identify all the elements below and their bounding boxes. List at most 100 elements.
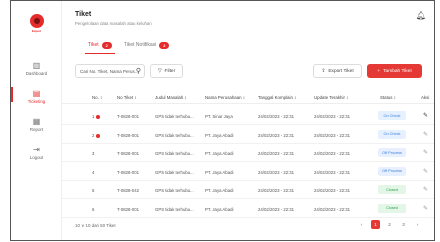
search-input[interactable]: Cari No. Tiket, Nama Perus... ⚲ <box>75 64 145 78</box>
add-ticket-button[interactable]: + Tambah Tiket <box>367 64 422 78</box>
complaint-date: 24/02/2023 - 22:31 <box>258 188 295 193</box>
company-name: PT. Jaya Abadi <box>205 132 234 138</box>
sidebar-item-label: Report <box>29 127 44 132</box>
column-header-no[interactable]: No. ↕ <box>92 95 102 100</box>
pagination: ‹ 1 2 3 › <box>357 220 422 229</box>
table-row[interactable]: 5 T-0828-042 GPS tidak terhubu... PT. Jaya … <box>62 181 434 199</box>
complaint-date: 24/02/2023 - 22:31 <box>258 132 295 138</box>
page-title: Tiket <box>75 11 92 18</box>
table-row[interactable]: 3 T-0828-001 GPS tidak terhubu... PT. Jaya … <box>62 144 434 162</box>
notification-bell-icon[interactable]: 🔔︎ <box>416 11 426 20</box>
column-header-update[interactable]: Update Terakhir ↕ <box>314 95 348 100</box>
column-header-ticket[interactable]: No Tiket ↕ <box>117 95 137 100</box>
column-header-date[interactable]: Tanggal Komplain ↕ <box>258 95 296 100</box>
column-header-title[interactable]: Judul Masalah ↕ <box>155 95 187 100</box>
company-name: PT. Sinar Jaya <box>205 114 233 119</box>
tab-count-badge: 2 <box>101 41 112 49</box>
edit-icon[interactable]: ✎ <box>423 186 428 193</box>
table-row[interactable]: 4 T-0828-001 GPS tidak terhubu... PT. Jaya … <box>62 163 434 181</box>
unread-dot-icon <box>96 115 100 119</box>
edit-icon[interactable]: ✎ <box>423 112 428 119</box>
edit-icon[interactable]: ✎ <box>423 149 428 156</box>
issue-title: GPS tidak terhubu... <box>155 132 194 138</box>
last-update: 24/02/2023 - 22:31 <box>314 132 351 138</box>
logo-text: Expert <box>31 29 42 33</box>
edit-icon[interactable]: ✎ <box>423 168 428 175</box>
complaint-date: 24/02/2023 - 22:31 <box>258 169 295 175</box>
tab-tiket[interactable]: Tiket 2 <box>85 39 115 54</box>
table-row[interactable]: 1 T-0828-001 GPS tidak terhubu... PT. Sinar… <box>62 107 434 125</box>
export-ticket-button[interactable]: ⇪ Export Tiket <box>313 64 362 78</box>
ticket-number: T-0828-001 <box>117 206 139 212</box>
sidebar-item-label: Ticketing <box>27 99 46 104</box>
sidebar-item-logout[interactable]: ⇥ Logout <box>11 145 62 160</box>
tab-label: Tiket <box>88 42 99 48</box>
sidebar-item-ticketing[interactable]: ▤ Ticketing <box>11 87 62 104</box>
company-name: PT. Jaya Abadi <box>205 188 234 193</box>
company-name: PT. Jaya Abadi <box>205 151 234 156</box>
tab-tiket-notifikasi[interactable]: Tiket Notifikasi 2 <box>124 39 170 51</box>
filter-icon: ▽ <box>157 68 162 74</box>
ticket-number: T-0828-001 <box>117 132 139 138</box>
sidebar-item-label: Dashboard <box>25 71 48 76</box>
ticket-number: T-0828-001 <box>117 151 139 156</box>
issue-title: GPS tidak terhubu... <box>155 169 194 175</box>
sidebar-item-dashboard[interactable]: ▥ Dashboard <box>11 61 62 76</box>
row-number: 5 <box>92 188 95 193</box>
column-header-status[interactable]: Status ↕ <box>380 95 396 100</box>
filter-button[interactable]: ▽ Filter <box>150 64 183 78</box>
prev-page-button[interactable]: ‹ <box>357 220 366 229</box>
status-badge: Closed <box>378 203 406 213</box>
row-number: 1 <box>92 114 95 119</box>
ticket-icon: ▤ <box>32 89 41 98</box>
complaint-date: 24/02/2023 - 22:31 <box>258 114 295 119</box>
company-name: PT. Jaya Abadi <box>205 206 234 212</box>
row-number: 4 <box>92 169 95 175</box>
issue-title: GPS tidak terhubu... <box>155 188 194 193</box>
page-3-button[interactable]: 3 <box>399 220 408 229</box>
plus-icon: + <box>377 68 381 74</box>
status-badge: Off Process <box>378 148 406 157</box>
sidebar: Expert ▥ Dashboard ▤ Ticketing ▦ Report … <box>11 1 62 240</box>
last-update: 24/02/2023 - 22:31 <box>314 206 351 212</box>
sidebar-item-report[interactable]: ▦ Report <box>11 117 62 132</box>
main-content: Tiket Pengelolaan data masalah atau kelu… <box>62 1 434 240</box>
row-number: 2 <box>92 132 95 138</box>
edit-icon[interactable]: ✎ <box>423 205 428 212</box>
app-frame: Expert ▥ Dashboard ▤ Ticketing ▦ Report … <box>10 0 435 241</box>
dashboard-icon: ▥ <box>32 61 41 70</box>
ticket-number: T-0828-001 <box>117 114 139 119</box>
status-badge: On Check <box>378 111 406 120</box>
table-header: No. ↕ No Tiket ↕ Judul Masalah ↕ Nama Pe… <box>62 92 434 104</box>
table-row[interactable]: 6 T-0828-001 GPS tidak terhubu... PT. Jaya … <box>62 200 434 218</box>
tab-label: Tiket Notifikasi <box>123 42 157 48</box>
company-name: PT. Jaya Abadi <box>205 169 234 175</box>
column-header-action: Aksi <box>421 95 430 100</box>
last-update: 24/02/2023 - 22:31 <box>314 151 351 156</box>
add-button-label: Tambah Tiket <box>383 68 412 74</box>
search-icon: ⚲ <box>135 68 141 75</box>
last-update: 24/02/2023 - 22:31 <box>314 169 351 175</box>
sidebar-item-label: Logout <box>29 155 44 160</box>
pagination-summary[interactable]: 10 ∨ 10 dari 50 Tiket <box>75 223 116 229</box>
table-row[interactable]: 2 T-0828-001 GPS tidak terhubu... PT. Jaya … <box>62 126 434 144</box>
app-logo: Expert <box>28 14 45 36</box>
unread-dot-icon <box>96 133 100 138</box>
ticket-number: T-0828-042 <box>117 188 139 193</box>
page-2-button[interactable]: 2 <box>385 220 394 229</box>
export-button-label: Export Tiket <box>328 68 354 74</box>
complaint-date: 24/02/2023 - 22:31 <box>258 206 295 212</box>
row-number: 6 <box>92 206 95 212</box>
logo-mark <box>29 14 44 28</box>
tab-bar: Tiket 2 Tiket Notifikasi 2 <box>85 39 170 54</box>
edit-icon[interactable]: ✎ <box>423 131 428 138</box>
page-1-button[interactable]: 1 <box>371 220 380 229</box>
column-header-company[interactable]: Nama Perusahaan ↕ <box>205 95 245 100</box>
next-page-button[interactable]: › <box>413 220 422 229</box>
status-badge: Closed <box>378 185 406 194</box>
last-update: 24/02/2023 - 22:31 <box>314 188 351 193</box>
status-badge: Off Process <box>378 166 406 176</box>
complaint-date: 24/02/2023 - 22:31 <box>258 151 295 156</box>
tab-count-badge: 2 <box>159 41 170 49</box>
status-badge: On Check <box>378 129 406 139</box>
